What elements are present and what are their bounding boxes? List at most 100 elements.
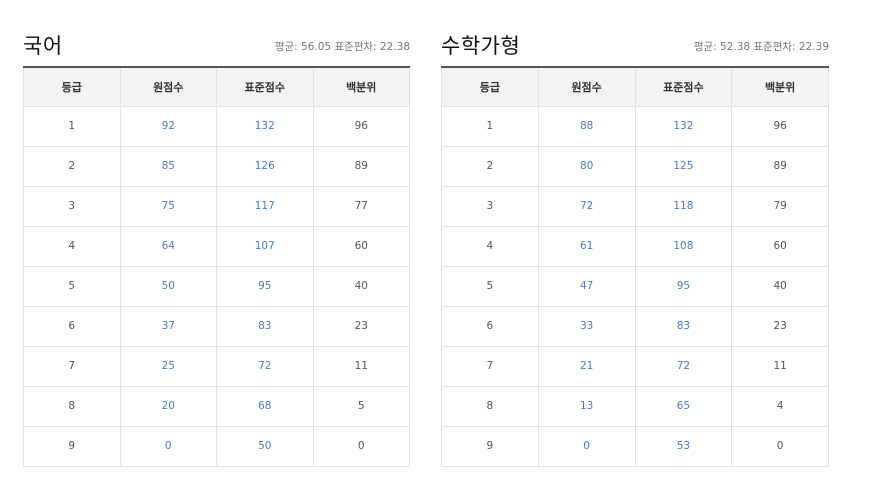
percentile-cell: 4 <box>731 385 829 427</box>
grade-cell: 1 <box>441 105 539 147</box>
raw-score-cell: 0 <box>537 425 636 467</box>
table-row: 7 25 72 11 <box>23 345 410 387</box>
percentile-cell: 40 <box>731 265 829 307</box>
raw-score-cell: 20 <box>119 385 217 427</box>
percentile-cell: 40 <box>312 265 410 307</box>
grade-table: 등급 원점수 표준점수 백분위 1 88 132 96 2 80 125 89 3 72 118 79… <box>441 66 829 467</box>
raw-score-cell: 64 <box>119 225 217 267</box>
standard-score-cell: 53 <box>634 425 733 467</box>
grade-cell: 8 <box>441 385 539 427</box>
percentile-cell: 96 <box>312 105 410 147</box>
raw-score-cell: 72 <box>537 185 636 227</box>
table-row: 9 0 50 0 <box>23 425 410 467</box>
standard-score-cell: 72 <box>216 345 314 387</box>
column-header-percentile: 백분위 <box>731 67 829 107</box>
grade-cell: 9 <box>441 425 539 467</box>
standard-score-cell: 118 <box>634 185 733 227</box>
raw-score-cell: 92 <box>119 105 217 147</box>
grade-cell: 2 <box>23 145 121 187</box>
percentile-cell: 77 <box>312 185 410 227</box>
grade-cell: 6 <box>441 305 539 347</box>
table-row: 4 64 107 60 <box>23 225 410 267</box>
table-row: 6 33 83 23 <box>441 305 829 347</box>
math-ga-score-panel: 수학가형 평균: 52.38 표준편차: 22.39 등급 원점수 표준점수 백… <box>441 28 829 467</box>
raw-score-cell: 0 <box>119 425 217 467</box>
grade-cell: 8 <box>23 385 121 427</box>
standard-score-cell: 95 <box>216 265 314 307</box>
raw-score-cell: 21 <box>537 345 636 387</box>
panel-stats: 평균: 56.05 표준편차: 22.38 <box>274 41 410 53</box>
column-header-grade: 등급 <box>23 67 121 107</box>
standard-score-cell: 95 <box>634 265 733 307</box>
column-header-standard-score: 표준점수 <box>634 67 733 107</box>
table-row: 8 13 65 4 <box>441 385 829 427</box>
panel-header: 국어 평균: 56.05 표준편차: 22.38 <box>23 28 410 66</box>
grade-cell: 3 <box>441 185 539 227</box>
raw-score-cell: 47 <box>537 265 636 307</box>
percentile-cell: 23 <box>312 305 410 347</box>
raw-score-cell: 80 <box>537 145 636 187</box>
percentile-cell: 89 <box>731 145 829 187</box>
standard-score-cell: 107 <box>216 225 314 267</box>
standard-score-cell: 50 <box>216 425 314 467</box>
grade-table: 등급 원점수 표준점수 백분위 1 92 132 96 2 85 126 89 3 75 117 77… <box>23 66 410 467</box>
table-row: 4 61 108 60 <box>441 225 829 267</box>
raw-score-cell: 75 <box>119 185 217 227</box>
panel-title: 국어 <box>23 34 63 58</box>
grade-cell: 4 <box>23 225 121 267</box>
table-row: 5 47 95 40 <box>441 265 829 307</box>
standard-score-cell: 68 <box>216 385 314 427</box>
percentile-cell: 5 <box>312 385 410 427</box>
table-row: 3 75 117 77 <box>23 185 410 227</box>
standard-score-cell: 132 <box>216 105 314 147</box>
grade-cell: 7 <box>441 345 539 387</box>
grade-cell: 1 <box>23 105 121 147</box>
table-row: 1 92 132 96 <box>23 105 410 147</box>
standard-score-cell: 108 <box>634 225 733 267</box>
table-row: 9 0 53 0 <box>441 425 829 467</box>
raw-score-cell: 33 <box>537 305 636 347</box>
standard-score-cell: 83 <box>634 305 733 347</box>
percentile-cell: 60 <box>731 225 829 267</box>
table-header-row: 등급 원점수 표준점수 백분위 <box>441 67 829 107</box>
percentile-cell: 0 <box>312 425 410 467</box>
percentile-cell: 0 <box>731 425 829 467</box>
column-header-raw-score: 원점수 <box>537 67 636 107</box>
standard-score-cell: 117 <box>216 185 314 227</box>
grade-cell: 5 <box>441 265 539 307</box>
column-header-raw-score: 원점수 <box>119 67 217 107</box>
grade-cell: 4 <box>441 225 539 267</box>
standard-score-cell: 126 <box>216 145 314 187</box>
percentile-cell: 96 <box>731 105 829 147</box>
korean-score-panel: 국어 평균: 56.05 표준편차: 22.38 등급 원점수 표준점수 백분위… <box>23 28 410 467</box>
raw-score-cell: 88 <box>537 105 636 147</box>
panel-title: 수학가형 <box>441 34 521 58</box>
percentile-cell: 60 <box>312 225 410 267</box>
percentile-cell: 79 <box>731 185 829 227</box>
panel-header: 수학가형 평균: 52.38 표준편차: 22.39 <box>441 28 829 66</box>
table-row: 2 85 126 89 <box>23 145 410 187</box>
table-row: 7 21 72 11 <box>441 345 829 387</box>
percentile-cell: 11 <box>312 345 410 387</box>
percentile-cell: 11 <box>731 345 829 387</box>
table-body: 1 88 132 96 2 80 125 89 3 72 118 79 4 61 108 60 5 47 95 40 6… <box>441 105 829 467</box>
table-row: 1 88 132 96 <box>441 105 829 147</box>
table-row: 2 80 125 89 <box>441 145 829 187</box>
standard-score-cell: 125 <box>634 145 733 187</box>
raw-score-cell: 61 <box>537 225 636 267</box>
percentile-cell: 89 <box>312 145 410 187</box>
raw-score-cell: 85 <box>119 145 217 187</box>
standard-score-cell: 83 <box>216 305 314 347</box>
standard-score-cell: 132 <box>634 105 733 147</box>
grade-cell: 2 <box>441 145 539 187</box>
raw-score-cell: 37 <box>119 305 217 347</box>
grade-cell: 9 <box>23 425 121 467</box>
panel-stats: 평균: 52.38 표준편차: 22.39 <box>693 41 829 53</box>
table-row: 6 37 83 23 <box>23 305 410 347</box>
raw-score-cell: 13 <box>537 385 636 427</box>
table-row: 8 20 68 5 <box>23 385 410 427</box>
table-body: 1 92 132 96 2 85 126 89 3 75 117 77 4 64 107 60 5 50 95 40 6… <box>23 105 410 467</box>
standard-score-cell: 65 <box>634 385 733 427</box>
grade-cell: 6 <box>23 305 121 347</box>
grade-cell: 3 <box>23 185 121 227</box>
